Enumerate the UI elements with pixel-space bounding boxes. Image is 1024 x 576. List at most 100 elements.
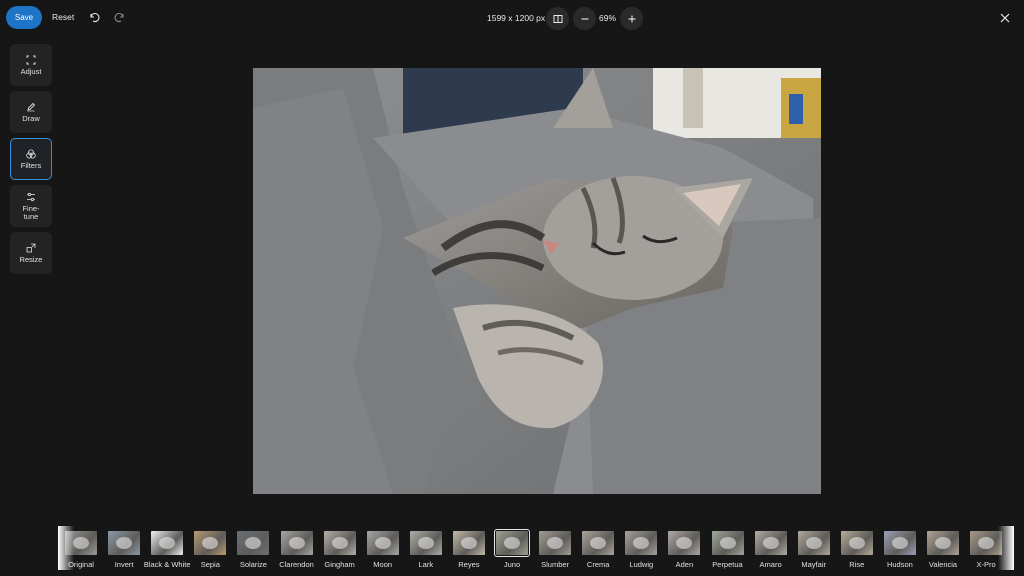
thumb-cat-shape: [374, 537, 391, 549]
redo-icon[interactable]: [114, 11, 126, 23]
reset-button[interactable]: Reset: [52, 12, 74, 22]
filter-thumbnail: [927, 531, 959, 555]
filter-thumbnail: [494, 529, 530, 557]
undo-icon[interactable]: [88, 11, 100, 23]
filter-reyes[interactable]: Reyes: [446, 526, 492, 570]
compare-button[interactable]: [546, 7, 569, 30]
tool-fine-tune[interactable]: Fine- tune: [10, 185, 52, 227]
thumb-cat-shape: [417, 537, 434, 549]
thumb-cat-shape: [159, 537, 176, 549]
thumb-cat-shape: [891, 537, 908, 549]
filter-thumbnail: [582, 531, 615, 555]
filter-slumber[interactable]: Slumber: [532, 526, 578, 570]
resize-icon: [26, 243, 36, 252]
filter-label: Moon: [373, 560, 393, 569]
photo-canvas[interactable]: [253, 68, 821, 494]
thumb-cat-shape: [504, 537, 520, 549]
filter-thumbnail: [108, 531, 141, 555]
thumb-cat-shape: [331, 537, 348, 549]
image-dimensions: 1599 x 1200 px: [487, 13, 546, 23]
filter-label: Juno: [503, 560, 521, 569]
tool-filters[interactable]: Filters: [10, 138, 52, 180]
filter-label: Valencia: [928, 560, 958, 569]
filter-juno[interactable]: Juno: [489, 526, 535, 570]
filter-thumbnail: [237, 531, 270, 555]
filter-thumbnail: [797, 531, 830, 555]
sliders-icon: [27, 192, 35, 201]
filter-strip[interactable]: Original Invert Black & White Sepia Solarize…: [58, 526, 1014, 570]
strip-fade-left: [58, 526, 74, 570]
filter-invert[interactable]: Invert: [101, 526, 147, 570]
filter-label: X-Pro: [976, 560, 996, 569]
tool-label: Filters: [20, 160, 42, 170]
filter-label: Clarendon: [279, 560, 314, 569]
thumb-cat-shape: [805, 537, 822, 549]
filter-solarize[interactable]: Solarize: [230, 526, 276, 570]
tool-label: Adjust: [20, 66, 42, 76]
filter-clarendon[interactable]: Clarendon: [274, 526, 320, 570]
save-button[interactable]: Save: [6, 6, 42, 29]
close-icon[interactable]: [999, 12, 1011, 24]
thumb-cat-shape: [245, 537, 262, 549]
filter-label: Aden: [675, 560, 694, 569]
filter-lark[interactable]: Lark: [403, 526, 449, 570]
filter-thumbnail: [280, 531, 313, 555]
tool-label: Fine- tune: [22, 203, 40, 221]
thumb-cat-shape: [633, 537, 650, 549]
filter-label: Reyes: [458, 560, 480, 569]
zoom-in-button[interactable]: [620, 7, 643, 30]
filter-label: Gingham: [324, 560, 355, 569]
tool-resize[interactable]: Resize: [10, 232, 52, 274]
filter-thumbnail: [840, 531, 873, 555]
thumb-cat-shape: [935, 537, 951, 549]
crop-icon: [26, 55, 36, 64]
thumb-cat-shape: [978, 537, 995, 549]
filter-thumbnail: [668, 531, 701, 555]
tool-label: Resize: [19, 254, 43, 264]
tool-label: Draw: [22, 113, 40, 123]
thumb-cat-shape: [762, 537, 779, 549]
tool-adjust[interactable]: Adjust: [10, 44, 52, 86]
cat-photo: [253, 68, 821, 494]
filter-perpetua[interactable]: Perpetua: [705, 526, 751, 570]
thumb-cat-shape: [547, 537, 564, 549]
thumb-cat-shape: [73, 537, 89, 549]
filter-label: Mayfair: [801, 560, 826, 569]
filter-gingham[interactable]: Gingham: [317, 526, 363, 570]
filter-label: Lark: [418, 560, 434, 569]
filter-mayfair[interactable]: Mayfair: [791, 526, 837, 570]
filter-label: Solarize: [239, 560, 267, 569]
filter-label: Slumber: [541, 560, 570, 569]
filter-label: Ludwig: [629, 560, 654, 569]
thumb-cat-shape: [590, 537, 607, 549]
minus-icon: [581, 17, 588, 20]
filter-label: Black & White: [143, 560, 191, 569]
thumb-cat-shape: [719, 537, 736, 549]
filter-label: Invert: [114, 560, 134, 569]
filter-thumbnail: [151, 531, 184, 555]
filter-label: Sepia: [200, 560, 220, 569]
thumb-cat-shape: [202, 537, 219, 549]
filter-sepia[interactable]: Sepia: [187, 526, 233, 570]
tool-draw[interactable]: Draw: [10, 91, 52, 133]
filter-hudson[interactable]: Hudson: [877, 526, 923, 570]
filter-label: Amaro: [759, 560, 782, 569]
filter-ludwig[interactable]: Ludwig: [618, 526, 664, 570]
zoom-out-button[interactable]: [573, 7, 596, 30]
filter-thumbnail: [452, 531, 485, 555]
compare-icon: [553, 14, 562, 23]
filter-label: Perpetua: [712, 560, 743, 569]
filter-valencia[interactable]: Valencia: [920, 526, 966, 570]
filter-amaro[interactable]: Amaro: [748, 526, 794, 570]
filter-thumbnail: [323, 531, 356, 555]
filter-black-white[interactable]: Black & White: [143, 526, 191, 570]
plus-icon: [628, 15, 635, 22]
pencil-icon: [27, 102, 36, 111]
filter-aden[interactable]: Aden: [661, 526, 707, 570]
thumb-cat-shape: [116, 537, 133, 549]
filter-moon[interactable]: Moon: [360, 526, 406, 570]
thumb-cat-shape: [676, 537, 693, 549]
filter-crema[interactable]: Crema: [575, 526, 621, 570]
filter-thumbnail: [711, 531, 744, 555]
filter-rise[interactable]: Rise: [834, 526, 880, 570]
